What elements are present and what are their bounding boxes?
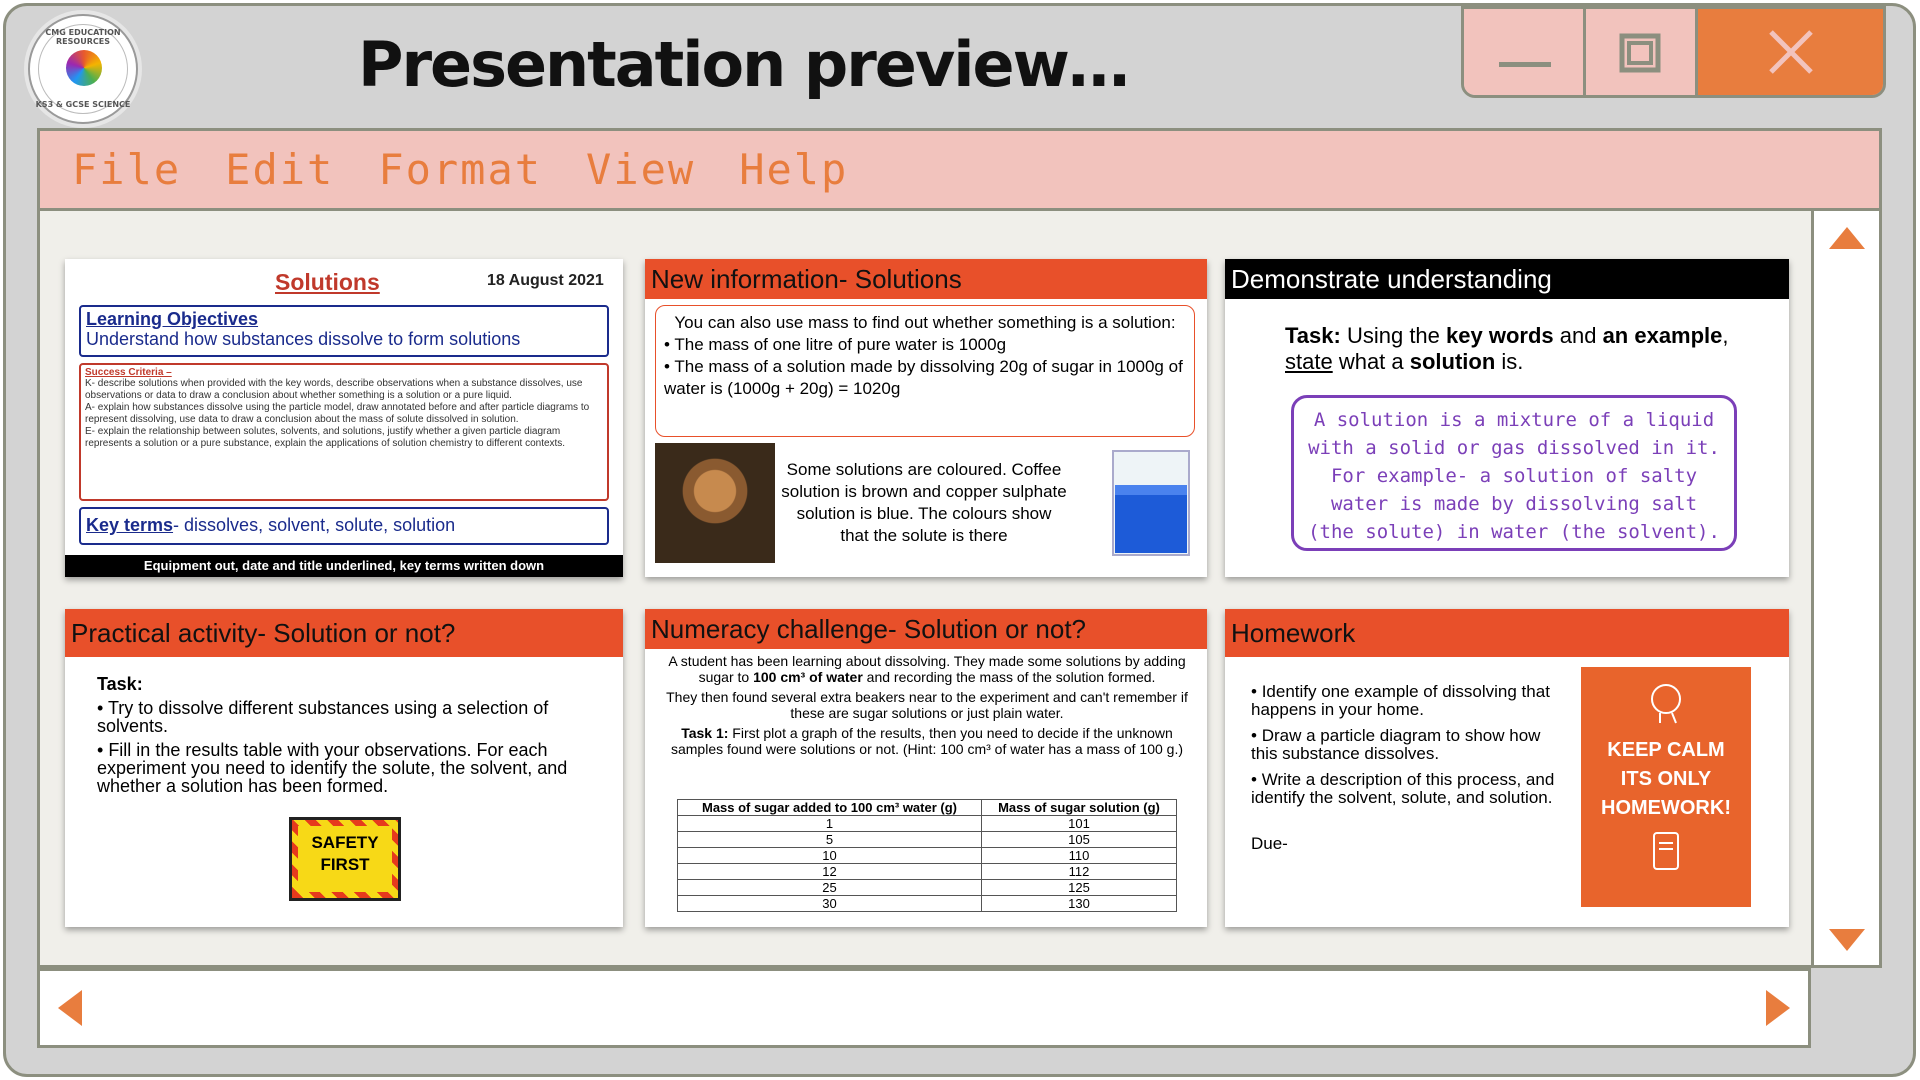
table-row: 30 130 — [677, 895, 1178, 912]
table-row: 1 101 — [677, 815, 1178, 832]
table-row: 5 105 — [677, 831, 1178, 848]
head-icon — [1651, 684, 1681, 724]
table-row: 10 110 — [677, 847, 1178, 864]
table-cell: 101 — [980, 815, 1178, 832]
slide-grid: Solutions 18 August 2021 Learning Object… — [37, 208, 1811, 968]
scroll-left-icon[interactable] — [54, 988, 84, 1028]
vertical-scrollbar[interactable] — [1811, 208, 1882, 968]
table-cell: 1 — [677, 815, 982, 832]
table-row: 12 112 — [677, 863, 1178, 880]
table-header: Mass of sugar solution (g) — [980, 799, 1178, 816]
table-header: Mass of sugar added to 100 cm³ water (g) — [677, 799, 982, 816]
coffee-image — [655, 443, 775, 563]
table-cell: 112 — [980, 863, 1178, 880]
slide-header: New information- Solutions — [645, 259, 1207, 299]
answer-box: A solution is a mixture of a liquid with… — [1291, 395, 1737, 551]
slide-header: Demonstrate understanding — [1225, 259, 1789, 299]
menu-help[interactable]: Help — [739, 145, 848, 194]
menu-edit[interactable]: Edit — [225, 145, 334, 194]
close-icon — [1768, 30, 1813, 74]
slide-footer: Equipment out, date and title underlined… — [65, 555, 623, 577]
success-criteria-box: Success Criteria – K- describe solutions… — [79, 363, 609, 501]
beaker-image — [1105, 445, 1197, 561]
results-table: Mass of sugar added to 100 cm³ water (g)… — [677, 799, 1178, 912]
slide-1[interactable]: Solutions 18 August 2021 Learning Object… — [65, 259, 623, 577]
maximize-button[interactable] — [1586, 9, 1698, 95]
notebook-icon — [1653, 832, 1679, 870]
menu-bar: File Edit Format View Help — [37, 128, 1882, 208]
table-cell: 25 — [677, 879, 982, 896]
slide-header: Practical activity- Solution or not? — [65, 609, 623, 657]
slide-3[interactable]: Demonstrate understanding Task: Using th… — [1225, 259, 1789, 577]
slide-6[interactable]: Homework • Identify one example of disso… — [1225, 609, 1789, 927]
table-cell: 110 — [980, 847, 1178, 864]
slide-4[interactable]: Practical activity- Solution or not? Tas… — [65, 609, 623, 927]
scroll-right-icon[interactable] — [1764, 988, 1794, 1028]
learning-objectives-box: Learning Objectives Understand how subst… — [79, 305, 609, 357]
window-controls — [1461, 6, 1886, 98]
minimize-icon — [1498, 62, 1551, 67]
window-title: Presentation preview… — [358, 28, 1130, 101]
keep-calm-poster: KEEP CALM ITS ONLY HOMEWORK! — [1581, 667, 1751, 907]
key-terms-box: Key terms- dissolves, solvent, solute, s… — [79, 507, 609, 545]
table-row: 25 125 — [677, 879, 1178, 896]
menu-view[interactable]: View — [586, 145, 695, 194]
slide-2[interactable]: New information- Solutions You can also … — [645, 259, 1207, 577]
menu-file[interactable]: File — [72, 145, 181, 194]
slide-title: Solutions — [275, 269, 380, 295]
logo: CMG EDUCATION RESOURCES KS3 & GCSE SCIEN… — [28, 14, 138, 124]
horizontal-scrollbar[interactable] — [37, 968, 1811, 1048]
close-button[interactable] — [1698, 9, 1883, 95]
minimize-button[interactable] — [1464, 9, 1586, 95]
table-cell: 30 — [677, 895, 982, 912]
slide-header: Numeracy challenge- Solution or not? — [645, 609, 1207, 649]
slide-date: 18 August 2021 — [487, 272, 604, 289]
slide-header: Homework — [1225, 609, 1789, 657]
task-text: Task: Using the key words and an example… — [1285, 323, 1729, 374]
slide-body: Some solutions are coloured. Coffee solu… — [781, 460, 1067, 545]
menu-format[interactable]: Format — [378, 145, 542, 194]
scroll-up-icon[interactable] — [1827, 223, 1867, 253]
table-cell: 105 — [980, 831, 1178, 848]
info-box: You can also use mass to find out whethe… — [655, 305, 1195, 437]
table-cell: 130 — [980, 895, 1178, 912]
scroll-down-icon[interactable] — [1827, 925, 1867, 955]
table-cell: 125 — [980, 879, 1178, 896]
table-cell: 10 — [677, 847, 982, 864]
safety-first-sign: SAFETY FIRST — [289, 817, 401, 901]
table-cell: 5 — [677, 831, 982, 848]
maximize-icon — [1619, 33, 1660, 73]
slide-5[interactable]: Numeracy challenge- Solution or not? A s… — [645, 609, 1207, 927]
table-cell: 12 — [677, 863, 982, 880]
